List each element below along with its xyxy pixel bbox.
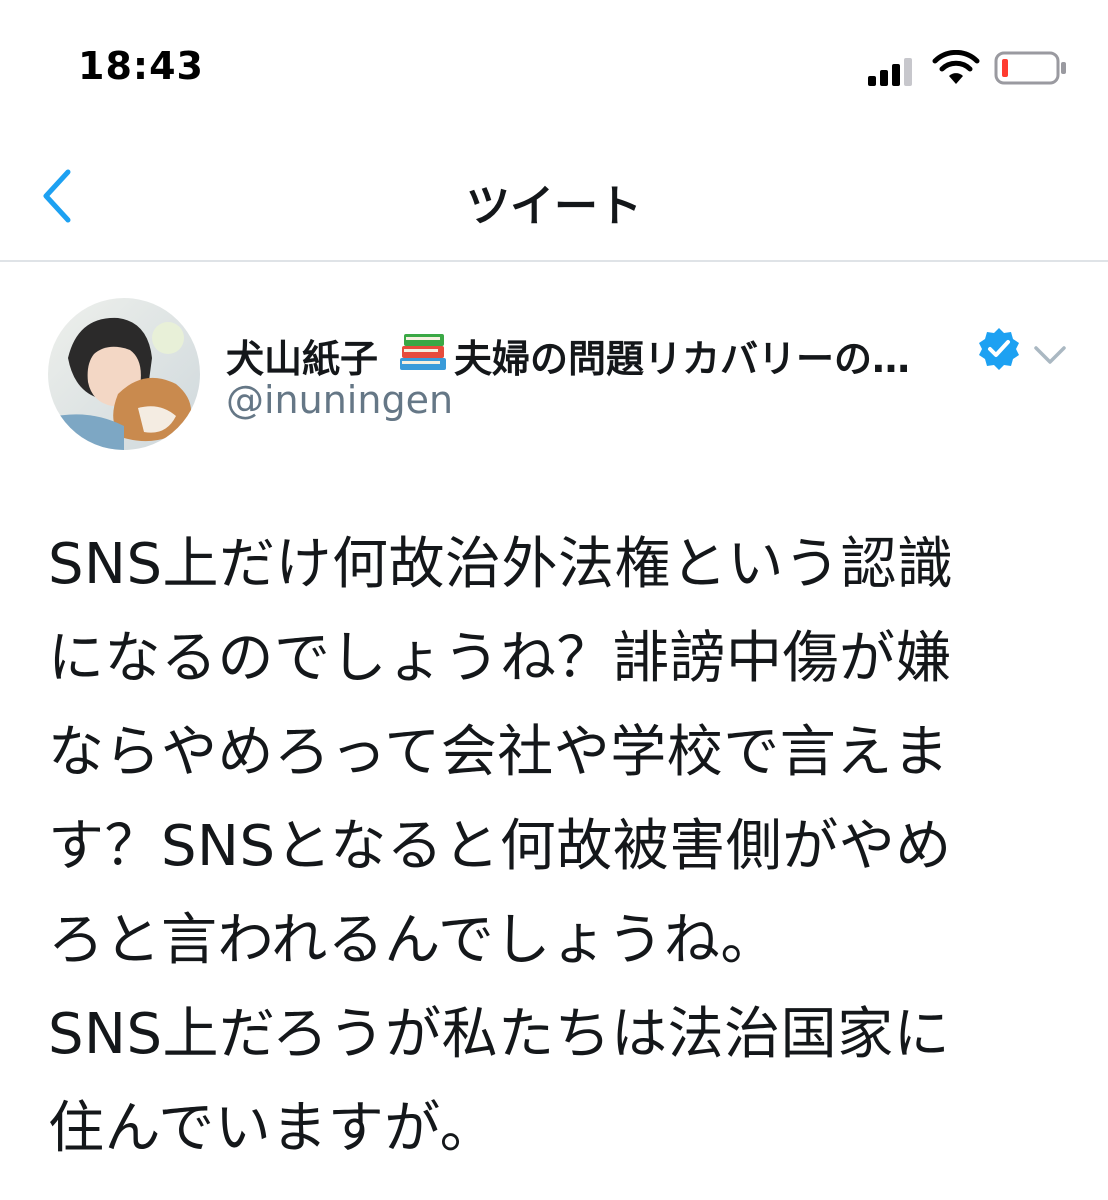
tweet-text-line: ろと言われるんでしょうね。	[48, 908, 777, 973]
display-name: 犬山紙子	[226, 337, 379, 381]
books-icon	[400, 334, 446, 370]
verified-badge-icon	[979, 328, 1019, 370]
tweet-text-line: になるのでしょうね？誹謗中傷が嫌	[48, 626, 952, 691]
display-name-row[interactable]: 犬山紙子 夫婦の問題リカバリーの…	[226, 328, 986, 381]
signal-bars-icon	[868, 58, 912, 86]
wifi-icon	[932, 50, 980, 84]
page-title: ツイート	[466, 181, 642, 232]
navigation-bar: ツイート	[0, 130, 1108, 260]
status-bar: 18:43	[0, 0, 1108, 130]
user-handle[interactable]: @inuningen	[226, 378, 453, 422]
tweet-text-line: SNS上だろうが私たちは法治国家に	[48, 1002, 951, 1067]
battery-low-icon	[994, 51, 1066, 85]
nav-divider	[0, 260, 1108, 262]
avatar[interactable]	[48, 298, 200, 450]
display-name-suffix: 夫婦の問題リカバリーの…	[454, 337, 911, 381]
status-time: 18:43	[78, 44, 204, 88]
chevron-down-icon[interactable]	[1030, 340, 1070, 368]
tweet-text-line: SNS上だけ何故治外法権という認識	[48, 532, 954, 597]
tweet-text: SNS上だけ何故治外法権という認識 になるのでしょうね？誹謗中傷が嫌 ならやめろ…	[48, 518, 1048, 1176]
tweet-text-line: す？SNSとなると何故被害側がやめ	[48, 814, 952, 879]
tweet-text-line: ならやめろって会社や学校で言えま	[48, 720, 950, 785]
tweet-text-line: 住んでいますが。	[48, 1096, 497, 1161]
tweet-header: 犬山紙子 夫婦の問題リカバリーの… @inuningen	[0, 290, 1108, 460]
